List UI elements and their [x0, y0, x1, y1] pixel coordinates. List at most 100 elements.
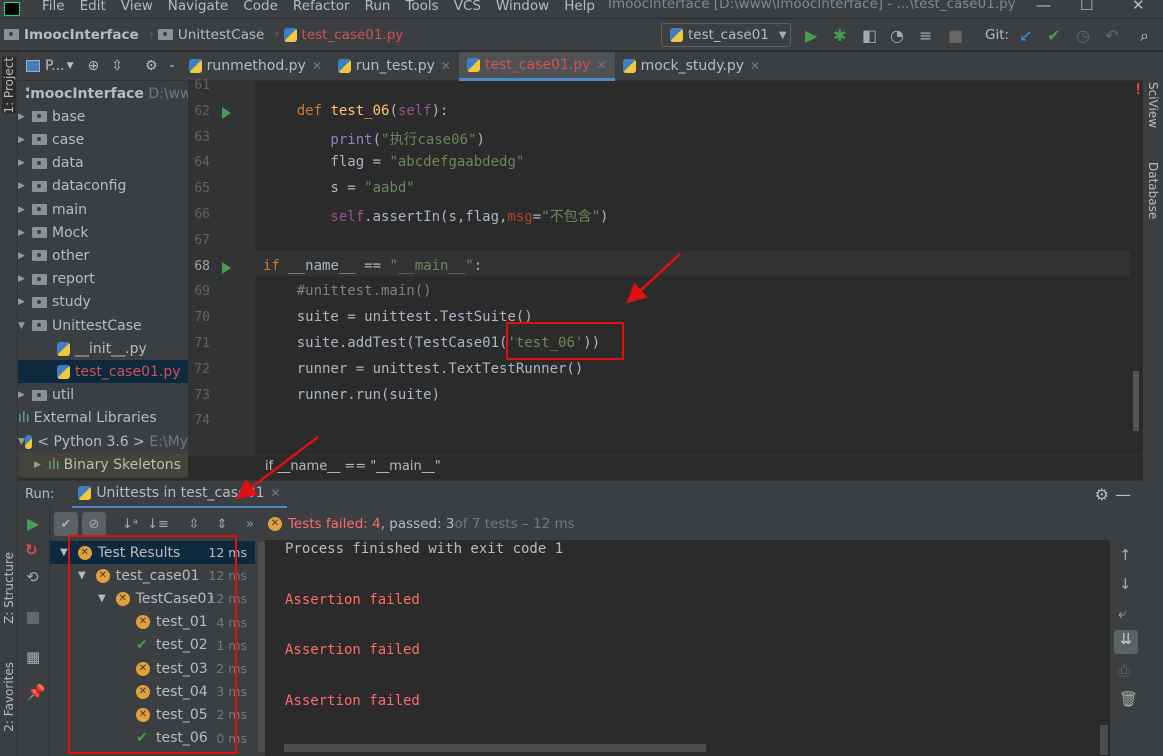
tree-file[interactable]: test_case01.py — [18, 360, 188, 384]
chevron-right-icon[interactable]: ▶ — [18, 158, 32, 168]
chevron-down-icon[interactable]: ▼ — [60, 547, 68, 558]
console-vscroll[interactable] — [1100, 725, 1108, 755]
search-icon[interactable]: ⌕ — [1140, 26, 1149, 46]
menu-code[interactable]: Code — [243, 0, 278, 13]
chevron-right-icon[interactable]: ▶ — [18, 251, 32, 261]
close-window-button[interactable]: ✕ — [1132, 0, 1145, 14]
locate-icon[interactable]: ⊕ — [88, 58, 100, 74]
chevron-right-icon[interactable]: ▶ — [18, 135, 32, 145]
menu-refactor[interactable]: Refactor — [293, 0, 350, 13]
editor-scrollbar[interactable]: ❗ — [1130, 81, 1144, 455]
editor-breadcrumb[interactable]: if __name__ == "__main__" — [188, 455, 1143, 479]
tab-run-test-py[interactable]: run_test.py ✕ — [330, 52, 459, 81]
stop-icon[interactable]: ■ — [948, 26, 963, 45]
trash-icon[interactable]: 🗑 — [1119, 690, 1138, 708]
gear-icon[interactable]: ⚙ — [145, 58, 158, 74]
run-icon[interactable]: ▶ — [805, 26, 817, 45]
maximize-button[interactable]: ☐ — [1080, 0, 1093, 14]
breadcrumb-folder[interactable]: UnittestCase — [157, 27, 264, 43]
stop-icon[interactable] — [27, 612, 39, 624]
chevron-down-icon[interactable]: ▼ — [18, 437, 25, 447]
more-icon[interactable]: » — [246, 517, 254, 532]
menu-help[interactable]: Help — [564, 0, 595, 13]
menu-navigate[interactable]: Navigate — [168, 0, 229, 13]
chevron-right-icon[interactable]: ▶ — [18, 228, 32, 238]
expand-all-icon[interactable]: ⇳ — [182, 512, 206, 536]
show-passed-toggle[interactable]: ✔ — [54, 512, 78, 536]
tree-python-sdk[interactable]: ▼ < Python 3.6 > E:\My — [18, 430, 188, 453]
collapse-all-icon[interactable]: ⇳ — [111, 58, 123, 74]
chevron-right-icon[interactable]: ▶ — [18, 181, 32, 191]
toggle-auto-test-icon[interactable]: ⟲ — [26, 568, 39, 586]
close-tab-icon[interactable]: ✕ — [441, 59, 451, 73]
menu-file[interactable]: File — [42, 0, 65, 13]
git-commit-icon[interactable]: ✔ — [1047, 26, 1060, 45]
chevron-right-icon[interactable]: ▶ — [18, 205, 32, 215]
menu-window[interactable]: Window — [496, 0, 549, 13]
scrollbar-thumb[interactable] — [1133, 371, 1139, 431]
menu-view[interactable]: View — [121, 0, 153, 13]
down-arrow-icon[interactable]: ↓ — [1119, 575, 1132, 593]
close-tab-icon[interactable]: ✕ — [597, 58, 607, 72]
scroll-to-end-icon[interactable]: ⇊ — [1114, 630, 1138, 654]
breadcrumb-file[interactable]: test_case01.py — [283, 27, 403, 43]
hide-panel-icon[interactable]: - — [170, 58, 175, 74]
code-editor[interactable]: def test_06(self): print("执行case06") fla… — [255, 81, 1130, 455]
console-output[interactable]: Process finished with exit code 1 Asserti… — [270, 540, 1110, 756]
project-view-selector[interactable]: P... ▼ — [26, 58, 74, 74]
profile-icon[interactable]: ◔ — [890, 26, 904, 45]
tree-folder[interactable]: ▶ study — [18, 291, 188, 314]
run-gutter-icon[interactable] — [222, 261, 231, 274]
git-rollback-icon[interactable]: ↶ — [1105, 26, 1118, 45]
tab-runmethod-py[interactable]: runmethod.py ✕ — [181, 52, 330, 81]
tree-folder[interactable]: ▶ case — [18, 128, 188, 151]
chevron-right-icon[interactable]: ▶ — [18, 274, 32, 284]
favorites-tool-button[interactable]: 2: Favorites — [2, 662, 16, 732]
debug-bug-icon[interactable]: ✱ — [833, 26, 846, 45]
sort-by-duration-icon[interactable]: ↓≡ — [146, 512, 170, 536]
chevron-right-icon[interactable]: ▶ — [18, 390, 32, 400]
show-ignored-toggle[interactable]: ⊘ — [82, 512, 106, 536]
tab-test-case01-py[interactable]: test_case01.py ✕ — [458, 51, 615, 81]
layout-icon[interactable]: ▦ — [26, 648, 40, 666]
menu-tools[interactable]: Tools — [405, 0, 438, 13]
sort-alphabetically-icon[interactable]: ↓ᵃ — [118, 512, 142, 536]
tree-root[interactable]: ImoocInterface D:\www — [18, 82, 188, 105]
structure-tool-button[interactable]: Z: Structure — [2, 552, 16, 624]
sciview-tool-button[interactable]: SciView — [1146, 82, 1160, 128]
tree-folder[interactable]: ▶ dataconfig — [18, 175, 188, 198]
close-tab-icon[interactable]: ✕ — [750, 59, 760, 73]
pin-icon[interactable]: 📌 — [27, 683, 46, 701]
git-update-icon[interactable]: ↙ — [1019, 26, 1032, 45]
console-hscroll[interactable] — [284, 744, 706, 752]
rerun-failed-icon[interactable]: ↻ — [25, 541, 38, 559]
menu-edit[interactable]: Edit — [80, 0, 106, 13]
run-configuration-select[interactable]: test_case01 ▼ — [661, 23, 791, 47]
close-tab-icon[interactable]: ✕ — [312, 59, 322, 73]
hide-panel-icon[interactable]: — — [1115, 485, 1131, 504]
run-gutter-icon[interactable] — [222, 106, 231, 119]
tree-folder[interactable]: ▶ other — [18, 244, 188, 267]
tree-binary-skeletons[interactable]: ▶ ılı Binary Skeletons — [18, 453, 188, 477]
gear-icon[interactable]: ⚙ — [1095, 485, 1109, 504]
tree-folder[interactable]: ▶ report — [18, 268, 188, 291]
up-arrow-icon[interactable]: ↑ — [1119, 546, 1132, 564]
soft-wrap-icon[interactable]: ⤶ — [1118, 604, 1126, 622]
tree-folder[interactable]: ▶ Mock — [18, 221, 188, 244]
tree-folder[interactable]: ▶ util — [18, 384, 188, 407]
database-tool-button[interactable]: Database — [1146, 162, 1160, 219]
tree-folder[interactable]: ▶ base — [18, 105, 188, 128]
tab-mock-study-py[interactable]: mock_study.py ✕ — [615, 52, 769, 81]
minimize-button[interactable]: — — [1036, 0, 1051, 14]
run-tab[interactable]: Unittests in test_case01 ✕ — [72, 481, 287, 509]
menu-vcs[interactable]: VCS — [454, 0, 481, 13]
breadcrumb-project[interactable]: ImoocInterface — [4, 27, 139, 43]
chevron-right-icon[interactable]: ▶ — [34, 460, 48, 470]
tree-folder[interactable]: ▼ UnittestCase — [18, 314, 188, 337]
chevron-down-icon[interactable]: ▼ — [18, 321, 32, 331]
chevron-right-icon[interactable]: ▶ — [18, 112, 32, 122]
chevron-right-icon[interactable]: ▶ — [18, 297, 32, 307]
coverage-icon[interactable]: ◧ — [862, 26, 877, 45]
collapse-all-icon[interactable]: ⇕ — [210, 512, 234, 536]
tree-file[interactable]: __init__.py — [18, 337, 188, 360]
